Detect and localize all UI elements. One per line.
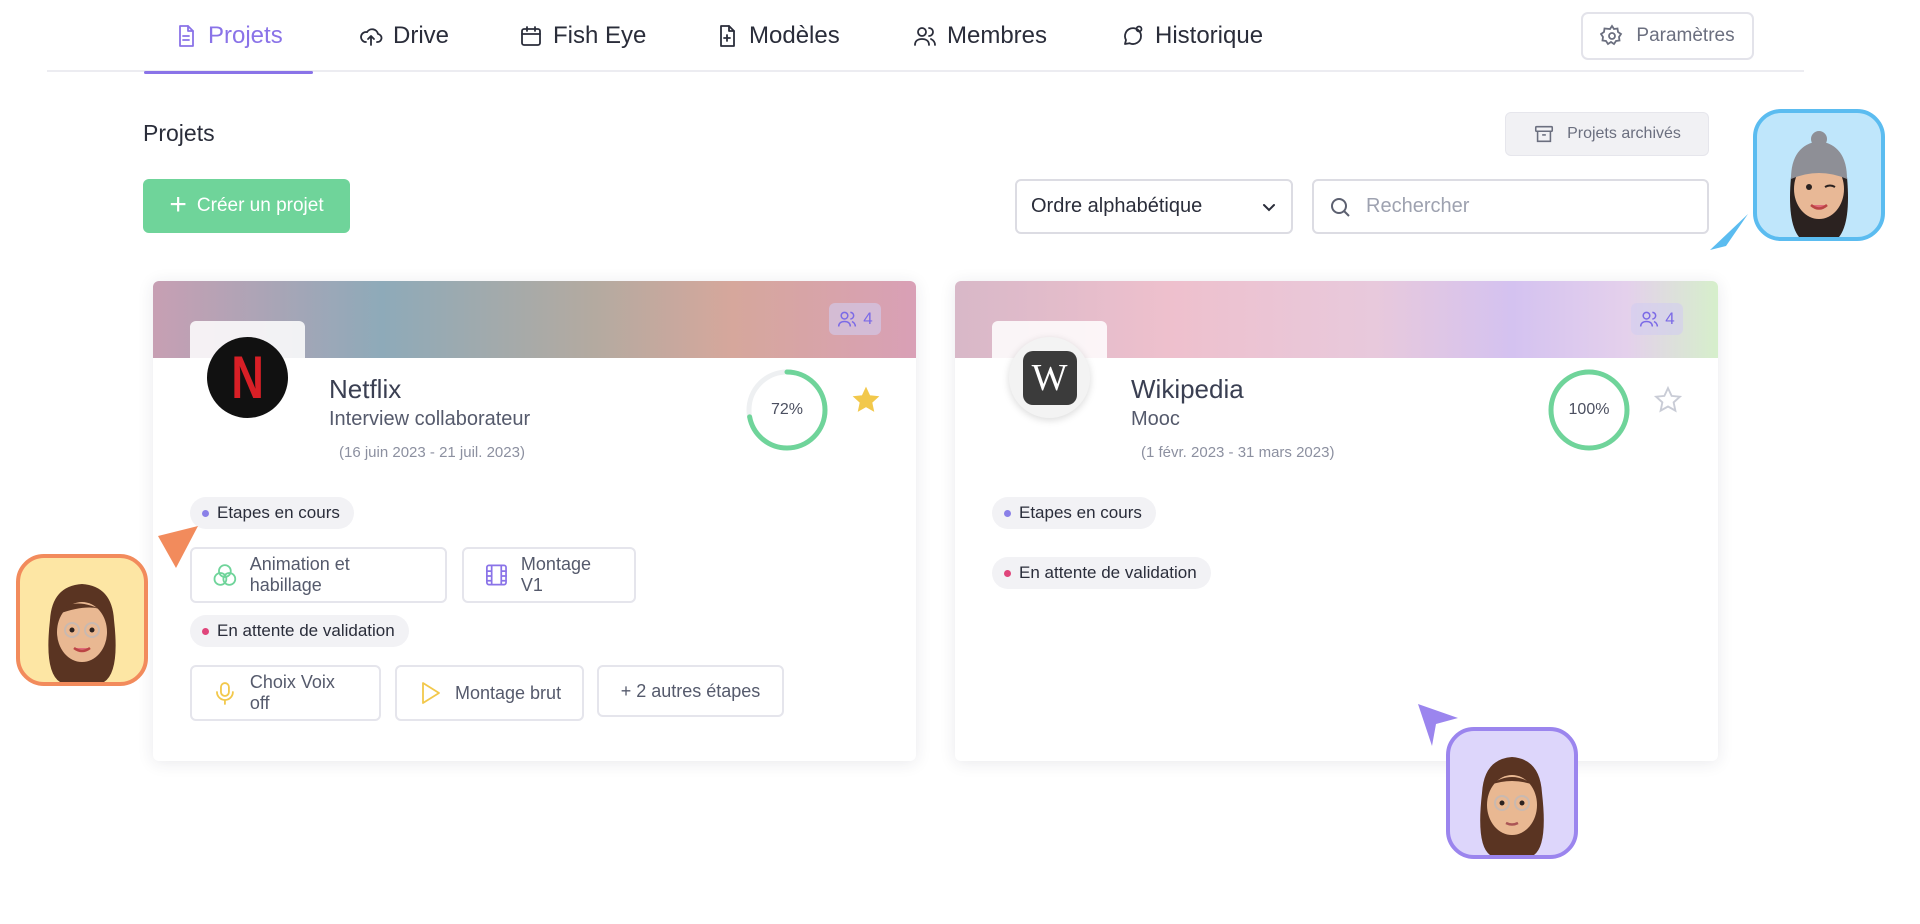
project-subtitle: Mooc — [1131, 408, 1180, 430]
tab-label: Modèles — [749, 22, 840, 49]
cursor-arrow-icon — [1710, 214, 1748, 250]
wikipedia-logo: W — [1009, 337, 1090, 418]
document-icon — [179, 25, 194, 47]
step-montage-v1[interactable]: Montage V1 — [462, 547, 636, 603]
file-plus-icon — [720, 25, 735, 47]
status-label: En attente de validation — [1019, 563, 1197, 582]
project-dates: (16 juin 2023 - 21 juil. 2023) — [339, 444, 525, 461]
project-logo-frame: N — [190, 321, 305, 426]
tab-modeles[interactable]: Modèles — [715, 0, 840, 72]
memoji-face-icon — [48, 584, 116, 682]
search-icon — [1331, 197, 1350, 217]
status-badge-in-progress: Etapes en cours — [992, 497, 1156, 529]
tab-label: Membres — [947, 22, 1048, 49]
tab-historique[interactable]: Historique — [1121, 0, 1263, 72]
sort-select[interactable]: Ordre alphabétique — [1015, 179, 1293, 234]
tab-label: Projets — [208, 22, 283, 49]
status-badge-pending-validation: En attente de validation — [190, 615, 409, 647]
memoji-face-icon — [1480, 757, 1544, 855]
settings-label: Paramètres — [1636, 25, 1735, 46]
circles-icon — [213, 564, 237, 586]
more-steps-button[interactable]: + 2 autres étapes — [597, 665, 784, 717]
cursor-arrow-icon — [158, 526, 198, 568]
collaborator-avatar — [1753, 109, 1885, 241]
status-dot — [202, 509, 209, 517]
members-badge[interactable]: 4 — [829, 303, 881, 335]
collaborator-avatar — [16, 554, 148, 686]
cloud-upload-icon — [360, 28, 383, 46]
sort-value: Ordre alphabétique — [1031, 195, 1203, 217]
gear-icon — [1600, 24, 1623, 46]
page-title: Projets — [143, 120, 215, 146]
archived-projects-button[interactable]: Projets archivés — [1505, 112, 1709, 156]
memoji-face-icon — [1790, 131, 1848, 237]
chevron-down-icon — [1263, 204, 1275, 212]
status-dot — [1004, 569, 1011, 577]
status-badge-pending-validation: En attente de validation — [992, 557, 1211, 589]
search-input[interactable] — [1366, 195, 1686, 218]
step-label: Montage brut — [455, 682, 562, 703]
tab-membres[interactable]: Membres — [913, 0, 1047, 72]
status-dot — [1004, 509, 1011, 517]
users-icon — [914, 27, 936, 46]
status-label: Etapes en cours — [1019, 503, 1142, 522]
microphone-icon — [216, 682, 234, 705]
step-label: Choix Voix off — [249, 672, 335, 713]
archived-label: Projets archivés — [1567, 125, 1681, 142]
netflix-logo: N — [207, 337, 288, 418]
step-choix-voix-off[interactable]: Choix Voix off — [190, 665, 381, 721]
more-steps-label: + 2 autres étapes — [620, 680, 761, 701]
step-label: Montage V1 — [520, 554, 591, 595]
members-count: 4 — [1665, 309, 1675, 328]
create-label: Créer un projet — [196, 195, 324, 216]
tab-drive[interactable]: Drive — [359, 0, 449, 72]
search-box[interactable] — [1312, 179, 1709, 234]
tab-label: Fish Eye — [553, 22, 647, 49]
star-icon[interactable] — [851, 385, 881, 415]
progress-ring: 72% — [745, 368, 829, 452]
collaborator-avatar — [1446, 727, 1578, 859]
members-count: 4 — [863, 309, 873, 328]
plus-icon: + — [169, 187, 187, 221]
project-card-netflix[interactable]: 4 N Netflix Interview collaborateur (16 … — [153, 281, 916, 761]
star-outline-icon[interactable] — [1653, 385, 1683, 415]
users-icon — [1640, 311, 1659, 327]
film-icon — [486, 564, 507, 586]
step-montage-brut[interactable]: Montage brut — [395, 665, 584, 721]
progress-ring: 100% — [1547, 368, 1631, 452]
tab-fish-eye[interactable]: Fish Eye — [519, 0, 646, 72]
status-label: Etapes en cours — [217, 503, 340, 522]
step-label: Animation et habillage — [249, 554, 350, 595]
project-dates: (1 févr. 2023 - 31 mars 2023) — [1141, 444, 1335, 461]
tab-label: Drive — [393, 22, 450, 49]
settings-button[interactable]: Paramètres — [1581, 12, 1754, 60]
status-label: En attente de validation — [217, 621, 395, 640]
tab-label: Historique — [1155, 22, 1264, 49]
members-badge[interactable]: 4 — [1631, 303, 1683, 335]
create-project-button[interactable]: + Créer un projet — [143, 179, 350, 233]
project-name: Wikipedia — [1131, 374, 1244, 404]
tab-projets[interactable]: Projets — [144, 0, 313, 74]
status-badge-in-progress: Etapes en cours — [190, 497, 354, 529]
users-icon — [838, 311, 857, 327]
progress-label: 72% — [770, 401, 804, 418]
top-navigation: Projets Drive Fish Eye Modèles Membres H… — [47, 0, 1804, 74]
progress-label: 100% — [1568, 401, 1610, 418]
play-icon — [422, 682, 440, 704]
archive-icon — [1535, 125, 1554, 143]
calendar-icon — [521, 26, 541, 46]
step-animation-habillage[interactable]: Animation et habillage — [190, 547, 447, 603]
project-logo-frame: W — [992, 321, 1107, 426]
project-card-wikipedia[interactable]: 4 W Wikipedia Mooc (1 févr. 2023 - 31 ma… — [955, 281, 1718, 761]
status-dot — [202, 627, 209, 635]
project-name: Netflix — [329, 374, 402, 404]
chat-history-icon — [1124, 25, 1143, 45]
project-subtitle: Interview collaborateur — [329, 408, 531, 430]
cursor-arrow-icon — [1418, 704, 1458, 746]
